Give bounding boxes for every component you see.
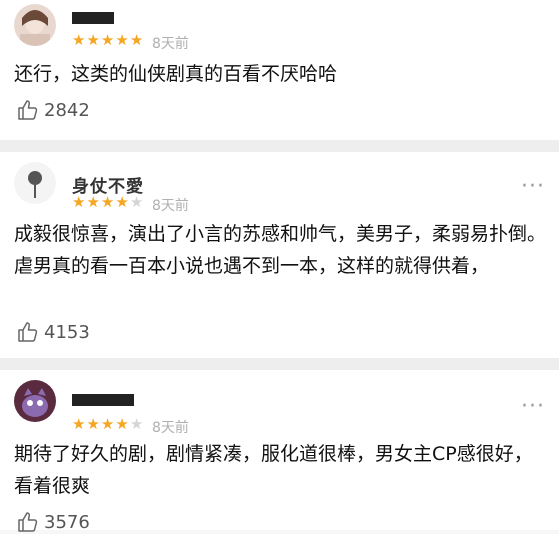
username[interactable]: [72, 390, 134, 410]
star-icon: ★: [72, 415, 87, 433]
more-icon[interactable]: ···: [521, 396, 545, 418]
star-icon: ★: [129, 31, 145, 49]
avatar[interactable]: [14, 162, 56, 204]
like-button[interactable]: 2842: [16, 98, 90, 122]
star-icon: ★: [100, 193, 116, 211]
star-icon: ★: [72, 31, 87, 49]
rating-stars: ★★★★★: [72, 415, 144, 433]
thumbs-up-icon: [18, 100, 38, 120]
thumbs-up-icon: [18, 322, 38, 342]
divider: [0, 140, 559, 152]
comment-card: 身仗不愛 ··· ★★★★★ 8天前 成毅很惊喜，演出了小言的苏感和帅气，美男子…: [0, 152, 559, 358]
like-count: 3576: [44, 511, 90, 533]
comment-time: 8天前: [152, 420, 189, 436]
star-icon: ★: [115, 31, 130, 49]
like-count: 2842: [44, 99, 90, 121]
more-icon[interactable]: ···: [521, 176, 545, 198]
comment-content: 期待了好久的剧，剧情紧凑，服化道很棒，男女主CP感很好，看着很爽: [14, 443, 533, 497]
comment-time: 8天前: [152, 198, 189, 214]
comment-card: ··· ★★★★★ 8天前 期待了好久的剧，剧情紧凑，服化道很棒，男女主CP感很…: [0, 370, 559, 533]
like-button[interactable]: 4153: [16, 320, 90, 344]
star-icon: ★: [100, 415, 116, 433]
star-icon: ★: [115, 415, 130, 433]
star-icon: ★: [129, 193, 145, 211]
star-icon: ★: [129, 415, 145, 433]
star-icon: ★: [86, 193, 101, 211]
redacted-name: [72, 12, 114, 24]
redacted-name: [72, 394, 134, 406]
star-icon: ★: [86, 415, 101, 433]
star-icon: ★: [100, 31, 116, 49]
thumbs-up-icon: [18, 512, 38, 532]
username[interactable]: [72, 8, 114, 28]
avatar[interactable]: [14, 4, 56, 46]
rating-stars: ★★★★★: [72, 193, 144, 211]
comment-content: 成毅很惊喜，演出了小言的苏感和帅气，美男子，柔弱易扑倒。虐男真的看一百本小说也遇…: [14, 223, 547, 277]
star-icon: ★: [72, 193, 87, 211]
star-icon: ★: [115, 193, 130, 211]
like-button[interactable]: 3576: [16, 510, 90, 534]
divider: [0, 358, 559, 370]
avatar-image: [14, 380, 56, 422]
avatar-image: [14, 162, 56, 204]
comment-card: ★★★★★ 8天前 还行，这类的仙侠剧真的百看不厌哈哈 2842: [0, 0, 559, 140]
comment-content: 还行，这类的仙侠剧真的百看不厌哈哈: [14, 63, 338, 85]
avatar-image: [14, 4, 56, 46]
comment-time: 8天前: [152, 36, 189, 52]
rating-stars: ★★★★★: [72, 31, 144, 49]
star-icon: ★: [86, 31, 101, 49]
avatar[interactable]: [14, 380, 56, 422]
like-count: 4153: [44, 321, 90, 343]
